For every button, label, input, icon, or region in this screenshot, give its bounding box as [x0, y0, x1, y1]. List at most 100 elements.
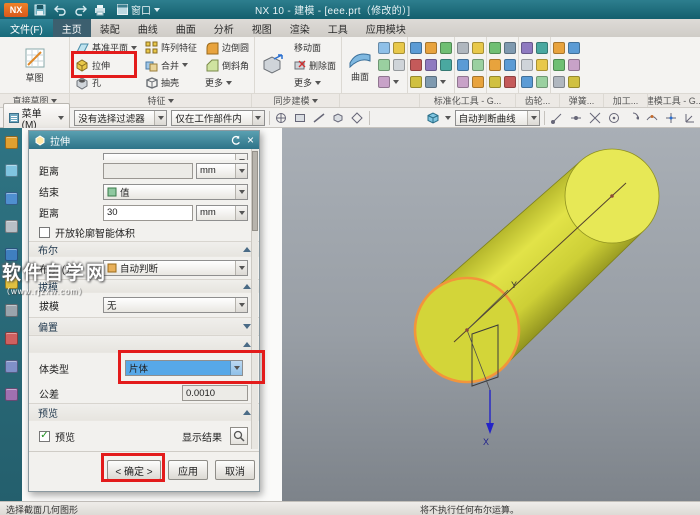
undo-icon[interactable] — [52, 2, 68, 17]
quadrant-snap-icon[interactable] — [625, 110, 640, 125]
close-icon[interactable]: × — [247, 135, 254, 145]
surface-button[interactable]: 曲面 — [344, 38, 376, 92]
tab-home[interactable]: 主页 — [53, 19, 91, 37]
tool-icon[interactable] — [568, 42, 580, 54]
group-spring[interactable]: 弹簧... — [560, 94, 604, 107]
snap-point-icon[interactable] — [350, 110, 365, 125]
draft-section-header[interactable]: 拔模 — [29, 279, 259, 293]
assembly-navigator-icon[interactable] — [5, 136, 18, 149]
tool-icon[interactable] — [457, 42, 469, 54]
scrollbar-thumb[interactable] — [252, 151, 258, 231]
history-icon[interactable] — [5, 304, 18, 317]
pattern-feature-button[interactable]: 阵列特征 — [142, 39, 200, 56]
reuse-library-icon[interactable] — [5, 220, 18, 233]
chamfer-button[interactable]: 倒斜角 — [202, 57, 252, 74]
selection-filter-select[interactable]: 没有选择过滤器 — [74, 110, 167, 126]
window-menu-button[interactable]: 窗口 — [112, 2, 165, 17]
graphics-window[interactable]: Y X — [282, 128, 700, 501]
graphics-canvas[interactable]: Y X — [282, 128, 700, 501]
tool-icon[interactable] — [536, 59, 548, 71]
dialog-title-bar[interactable]: 拉伸 × — [29, 131, 259, 149]
tool-icon[interactable] — [472, 76, 484, 88]
ok-button[interactable]: < 确定 > — [107, 460, 161, 480]
open-profile-checkbox[interactable] — [39, 227, 50, 238]
extrude-button[interactable]: 拉伸 — [72, 57, 140, 74]
tool-icon[interactable] — [440, 42, 452, 54]
selection-scope-select[interactable]: 仅在工作部件内 — [171, 110, 264, 126]
show-result-button[interactable] — [230, 427, 248, 445]
end-distance-input[interactable]: 30 — [103, 205, 193, 221]
select-face-icon[interactable] — [293, 110, 308, 125]
endpoint-snap-icon[interactable] — [549, 110, 564, 125]
tool-icon[interactable] — [410, 59, 422, 71]
tool-icon[interactable] — [457, 76, 469, 88]
dialog-scrollbar[interactable] — [251, 149, 258, 449]
select-edge-icon[interactable] — [312, 110, 327, 125]
delete-face-button[interactable]: 删除面 — [291, 57, 339, 74]
tool-icon[interactable] — [568, 76, 580, 88]
tool-icon[interactable] — [472, 59, 484, 71]
shaded-cube-icon[interactable] — [426, 110, 441, 125]
move-face-big-button[interactable] — [257, 38, 289, 92]
unite-button[interactable]: 合并 — [142, 57, 200, 74]
group-synchronous-modeling[interactable]: 同步建模 — [252, 94, 340, 107]
intersection-snap-icon[interactable] — [587, 110, 602, 125]
group-standardization-tools[interactable]: 标准化工具 - G... — [420, 94, 516, 107]
boolean-section-header[interactable]: 布尔 — [29, 241, 259, 257]
preview-section-header[interactable]: 预览 — [29, 403, 259, 421]
hd3d-tools-icon[interactable] — [5, 248, 18, 261]
tool-icon[interactable] — [553, 42, 565, 54]
tool-icon[interactable] — [378, 42, 390, 54]
print-icon[interactable] — [92, 2, 108, 17]
constraint-navigator-icon[interactable] — [5, 164, 18, 177]
tool-icon[interactable] — [521, 59, 533, 71]
tab-file[interactable]: 文件(F) — [0, 19, 53, 37]
datum-csys-icon[interactable] — [682, 110, 697, 125]
end-limit-select[interactable]: 值 — [103, 184, 248, 200]
tool-icon[interactable] — [457, 59, 469, 71]
tool-icon[interactable] — [393, 59, 405, 71]
tool-icon[interactable] — [489, 59, 501, 71]
tool-icon[interactable] — [393, 42, 405, 54]
roles-icon[interactable] — [5, 360, 18, 373]
tool-icon[interactable] — [489, 42, 501, 54]
move-face-button[interactable]: 移动面 — [291, 39, 339, 56]
tab-curve[interactable]: 曲线 — [129, 19, 167, 37]
axis-endpoint-dot[interactable] — [610, 194, 614, 198]
tool-icon[interactable] — [536, 42, 548, 54]
apply-button[interactable]: 应用 — [168, 460, 208, 480]
point-constructor-icon[interactable] — [663, 110, 678, 125]
tool-icon[interactable] — [472, 42, 484, 54]
tool-icon[interactable] — [504, 42, 516, 54]
tool-icon[interactable] — [440, 59, 452, 71]
tab-view[interactable]: 视图 — [243, 19, 281, 37]
group-machining[interactable]: 加工... — [604, 94, 648, 107]
system-materials-icon[interactable] — [5, 388, 18, 401]
tab-render[interactable]: 渲染 — [281, 19, 319, 37]
tool-icon[interactable] — [378, 76, 390, 88]
body-type-select[interactable]: 片体 — [125, 360, 243, 376]
hole-button[interactable]: 孔 — [72, 74, 140, 91]
distance2-unit-select[interactable]: mm — [196, 205, 248, 221]
shell-button[interactable]: 抽壳 — [142, 74, 200, 91]
tab-assemblies[interactable]: 装配 — [91, 19, 129, 37]
save-icon[interactable] — [32, 2, 48, 17]
settings-section-header[interactable] — [29, 335, 259, 353]
tolerance-input[interactable]: 0.0010 — [182, 385, 248, 401]
tool-icon[interactable] — [568, 59, 580, 71]
edge-blend-button[interactable]: 边倒圆 — [202, 39, 252, 56]
curve-rule-select[interactable]: 自动判断曲线 — [455, 110, 540, 126]
group-feature[interactable]: 特征 — [70, 94, 252, 107]
offset-section-header[interactable]: 偏置 — [29, 317, 259, 335]
tab-application-modules[interactable]: 应用模块 — [357, 19, 415, 37]
more-sync-button[interactable]: 更多 — [291, 74, 339, 91]
tool-icon[interactable] — [504, 59, 516, 71]
group-modeling-tools[interactable]: 建模工具 - G... — [648, 94, 700, 107]
tool-icon[interactable] — [425, 59, 437, 71]
midpoint-snap-icon[interactable] — [568, 110, 583, 125]
start-distance-input[interactable] — [103, 163, 193, 179]
tab-tools[interactable]: 工具 — [319, 19, 357, 37]
tool-icon[interactable] — [425, 76, 437, 88]
tool-icon[interactable] — [536, 76, 548, 88]
preview-checkbox[interactable]: ✓ — [39, 431, 50, 442]
